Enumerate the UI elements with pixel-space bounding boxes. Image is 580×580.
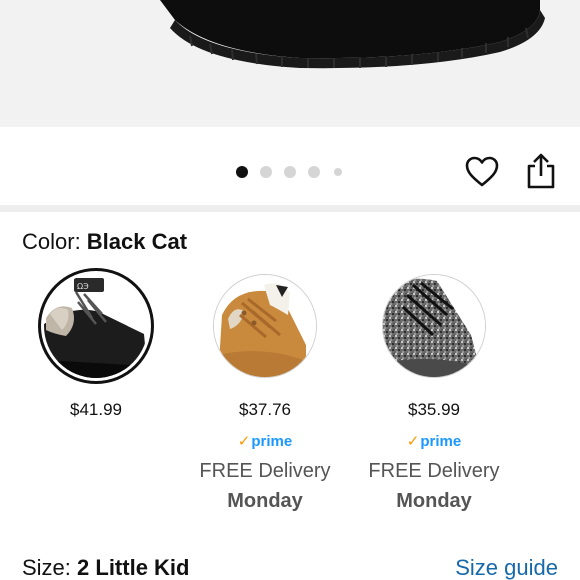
prime-check: ✓ (237, 433, 251, 450)
heart-icon (465, 156, 499, 187)
carousel-dot[interactable] (308, 166, 320, 178)
carousel-dot[interactable] (260, 166, 272, 178)
color-heading: Color: Black Cat (22, 229, 187, 255)
prime-badge: ✓prime (195, 432, 335, 450)
thumbnail-text: ΩЭ (77, 282, 89, 291)
gallery-bar (0, 127, 580, 205)
prime-badge: ✓prime (364, 432, 504, 450)
price-salt-pepper: $35.99 (408, 400, 460, 419)
wishlist-button[interactable] (464, 154, 500, 190)
carousel-dot-active[interactable] (236, 166, 248, 178)
delivery-text: FREE Delivery (199, 460, 331, 482)
prime-check: ✓ (406, 433, 420, 450)
size-value: 2 Little Kid (77, 555, 190, 580)
size-heading: Size: 2 Little Kid (22, 555, 189, 580)
size-guide-link[interactable]: Size guide (455, 555, 558, 580)
delivery-day: Monday (227, 490, 303, 512)
share-icon (527, 153, 555, 189)
carousel-dots[interactable] (236, 165, 354, 179)
prime-text: prime (251, 433, 293, 450)
black-boot-thumbnail: ΩЭ (44, 274, 148, 378)
share-button[interactable] (524, 151, 558, 191)
prime-text: prime (420, 433, 462, 450)
color-value: Black Cat (86, 229, 188, 254)
section-divider (0, 205, 580, 212)
product-image[interactable] (0, 0, 580, 127)
color-swatch-black-cat[interactable]: ΩЭ (44, 274, 148, 378)
boot-sole-image (160, 0, 545, 69)
price-wheat: $37.76 (239, 400, 291, 419)
carousel-dot[interactable] (284, 166, 296, 178)
delivery-text: FREE Delivery (368, 460, 500, 482)
wheat-boot-thumbnail (214, 275, 316, 377)
speckled-boot-thumbnail (383, 275, 485, 377)
color-swatch-salt-pepper[interactable] (382, 274, 486, 378)
size-label: Size: (22, 555, 78, 580)
price-black-cat: $41.99 (70, 400, 122, 419)
carousel-dot[interactable] (334, 168, 342, 176)
color-label: Color: (22, 229, 87, 254)
delivery-day: Monday (396, 490, 472, 512)
color-swatch-wheat[interactable] (213, 274, 317, 378)
